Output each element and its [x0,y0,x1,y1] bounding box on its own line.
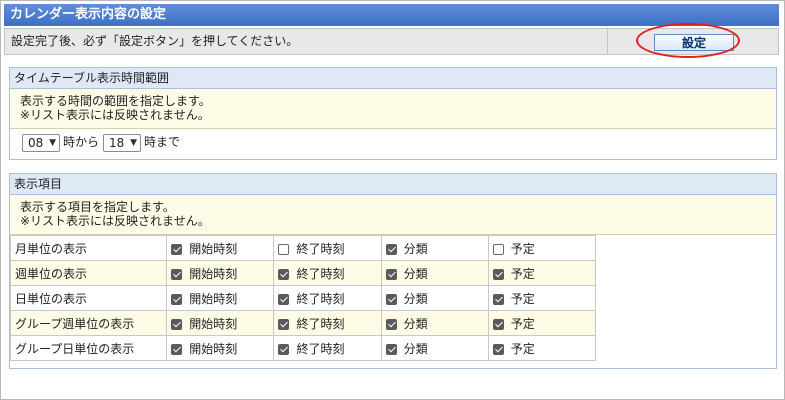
option-label: 予定 [510,266,535,281]
option-label: 分類 [403,291,428,306]
end-hour-value: 18 [109,135,125,150]
option-checkbox[interactable] [492,243,504,255]
option-checkbox[interactable] [171,343,183,355]
option-checkbox[interactable] [492,318,504,330]
option-label: 予定 [510,241,535,256]
option-label: 終了時刻 [296,316,345,331]
option-checkbox[interactable] [171,293,183,305]
option-cell: 開始時刻 [166,310,275,336]
option-cell: 予定 [487,285,597,311]
option-checkbox[interactable] [171,243,183,255]
from-suffix: 時から [63,135,100,149]
row-label: グループ週単位の表示 [9,310,168,336]
option-checkbox[interactable] [278,318,290,330]
page-title: カレンダー表示内容の設定 [4,4,779,26]
option-cell: 終了時刻 [273,285,382,311]
timetable-description: 表示する時間の範囲を指定します。 ※リスト表示には反映されません。 [10,89,776,129]
option-checkbox[interactable] [385,318,397,330]
option-cell: 開始時刻 [166,335,275,361]
table-row: 週単位の表示 開始時刻 終了時刻 分類 予定 [9,260,597,286]
highlight-oval [636,23,740,58]
option-checkbox[interactable] [492,293,504,305]
option-cell: 予定 [487,335,597,361]
option-cell: 終了時刻 [273,260,382,286]
option-label: 予定 [510,341,535,356]
option-cell: 予定 [487,235,597,261]
option-label: 開始時刻 [189,291,238,306]
option-checkbox[interactable] [278,243,290,255]
option-label: 開始時刻 [189,341,238,356]
timetable-desc-line2: ※リスト表示には反映されません。 [20,108,210,122]
option-label: 開始時刻 [189,316,238,331]
option-label: 開始時刻 [189,241,238,256]
option-cell: 終了時刻 [273,235,382,261]
option-cell: 開始時刻 [166,260,275,286]
option-label: 分類 [403,316,428,331]
timetable-section: タイムテーブル表示時間範囲 表示する時間の範囲を指定します。 ※リスト表示には反… [9,67,777,160]
display-items-section: 表示項目 表示する項目を指定します。 ※リスト表示には反映されません。 月単位の… [9,173,777,369]
timetable-heading: タイムテーブル表示時間範囲 [10,68,776,89]
divider [607,29,608,54]
instruction-text: 設定完了後、必ず「設定ボタン」を押してください。 [11,34,299,48]
table-row: 日単位の表示 開始時刻 終了時刻 分類 予定 [9,285,597,311]
chevron-down-icon: ▼ [130,137,138,148]
option-checkbox[interactable] [492,343,504,355]
option-checkbox[interactable] [171,268,183,280]
option-checkbox[interactable] [385,343,397,355]
settings-panel: カレンダー表示内容の設定 設定完了後、必ず「設定ボタン」を押してください。 設定… [0,0,785,400]
option-cell: 予定 [487,310,597,336]
option-cell: 終了時刻 [273,310,382,336]
table-row: グループ日単位の表示 開始時刻 終了時刻 分類 予定 [9,335,597,361]
option-checkbox[interactable] [171,318,183,330]
option-label: 終了時刻 [296,291,345,306]
option-cell: 予定 [487,260,597,286]
option-label: 開始時刻 [189,266,238,281]
option-cell: 開始時刻 [166,285,275,311]
start-hour-select[interactable]: 08 ▼ [22,133,60,152]
row-label: 週単位の表示 [9,260,168,286]
start-hour-value: 08 [28,135,44,150]
option-checkbox[interactable] [492,268,504,280]
option-cell: 分類 [380,285,489,311]
table-row: 月単位の表示 開始時刻 終了時刻 分類 予定 [9,235,597,261]
option-checkbox[interactable] [385,243,397,255]
to-suffix: 時まで [144,135,181,149]
display-items-desc-line1: 表示する項目を指定します。 [20,200,175,214]
row-label: 月単位の表示 [9,235,168,261]
option-cell: 分類 [380,260,489,286]
option-cell: 開始時刻 [166,235,275,261]
option-cell: 分類 [380,235,489,261]
option-label: 予定 [510,316,535,331]
option-checkbox[interactable] [385,293,397,305]
option-label: 終了時刻 [296,341,345,356]
table-row: グループ週単位の表示 開始時刻 終了時刻 分類 予定 [9,310,597,336]
display-items-heading: 表示項目 [10,174,776,195]
row-label: 日単位の表示 [9,285,168,311]
option-label: 分類 [403,241,428,256]
display-items-desc-line2: ※リスト表示には反映されません。 [20,214,210,228]
option-label: 分類 [403,266,428,281]
display-items-description: 表示する項目を指定します。 ※リスト表示には反映されません。 [10,195,776,235]
option-checkbox[interactable] [278,343,290,355]
chevron-down-icon: ▼ [49,137,56,148]
option-checkbox[interactable] [278,293,290,305]
option-cell: 分類 [380,335,489,361]
option-checkbox[interactable] [385,268,397,280]
option-label: 終了時刻 [296,241,345,256]
option-label: 分類 [403,341,428,356]
option-checkbox[interactable] [278,268,290,280]
option-label: 予定 [510,291,535,306]
time-range-row: 08 ▼ 時から 18 ▼ 時まで [10,129,776,156]
end-hour-select[interactable]: 18 ▼ [103,133,142,152]
option-label: 終了時刻 [296,266,345,281]
option-cell: 分類 [380,310,489,336]
row-label: グループ日単位の表示 [9,335,168,361]
timetable-desc-line1: 表示する時間の範囲を指定します。 [20,94,211,108]
display-items-table: 月単位の表示 開始時刻 終了時刻 分類 予定 週単位の表示 開始時刻 終了時刻 分類 予定 日単位の… [9,235,597,361]
option-cell: 終了時刻 [273,335,382,361]
